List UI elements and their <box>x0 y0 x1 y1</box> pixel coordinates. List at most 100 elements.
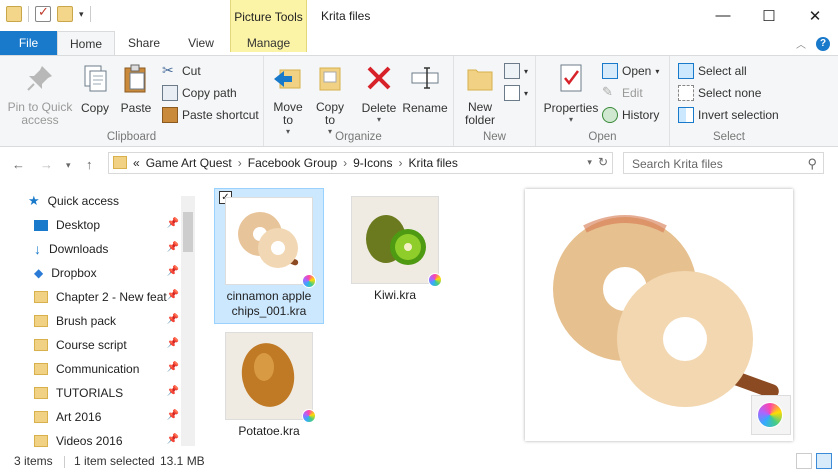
file-name-line: cinnamon apple <box>226 289 312 303</box>
pin-icon[interactable]: 📌 <box>167 338 179 349</box>
pin-icon[interactable]: 📌 <box>167 290 179 301</box>
search-icon[interactable]: ⚲ <box>807 156 817 172</box>
folder-icon <box>113 156 127 169</box>
scissors-icon: ✂ <box>162 62 174 78</box>
pin-icon[interactable]: 📌 <box>167 362 179 373</box>
nav-item-desktop[interactable]: Desktop 📌 <box>24 214 179 236</box>
nav-item-videos-2016[interactable]: Videos 2016 📌 <box>24 430 179 452</box>
search-box[interactable]: Search Krita files ⚲ <box>623 152 824 174</box>
search-input[interactable]: Search Krita files <box>632 157 723 171</box>
move-to-button[interactable]: Move to ▾ <box>270 62 306 136</box>
close-button[interactable]: ✕ <box>792 0 838 31</box>
breadcrumb-item[interactable]: 9-Icons <box>353 156 392 170</box>
chevron-right-icon[interactable]: › <box>238 156 242 170</box>
breadcrumb-item[interactable]: Facebook Group <box>248 156 337 170</box>
ribbon: Pin to Quick access Copy Paste ✂ Cut Cop… <box>0 55 838 147</box>
folder-icon <box>34 411 48 423</box>
rename-button[interactable]: Rename <box>402 62 448 115</box>
forward-arrow-icon[interactable]: → <box>40 157 53 172</box>
tab-manage[interactable]: Manage <box>230 31 307 55</box>
breadcrumb-overflow[interactable]: « <box>133 156 140 170</box>
properties-icon[interactable] <box>35 4 51 22</box>
tab-home[interactable]: Home <box>57 31 115 55</box>
select-all-button[interactable]: Select all <box>678 63 747 79</box>
pin-to-quick-access-button[interactable]: Pin to Quick access <box>4 62 76 127</box>
nav-item-chapter-2[interactable]: Chapter 2 - New feat 📌 <box>24 286 179 308</box>
history-button[interactable]: History <box>602 107 659 123</box>
refresh-icon[interactable]: ↻ <box>598 155 608 169</box>
back-arrow-icon[interactable]: ← <box>12 157 25 172</box>
pin-icon[interactable]: 📌 <box>167 410 179 421</box>
easy-access-button[interactable]: ▾ <box>504 85 528 101</box>
nav-item-course-script[interactable]: Course script 📌 <box>24 334 179 356</box>
breadcrumb-item[interactable]: Game Art Quest <box>146 156 232 170</box>
open-button[interactable]: Open ▾ <box>602 63 659 79</box>
krita-file-icon <box>757 402 783 428</box>
dropdown-arrow-icon: ▾ <box>524 66 529 76</box>
file-item-cinnamon-apple-chips[interactable]: ✓ cinnamon apple chips_001.kra <box>214 188 324 324</box>
select-none-button[interactable]: Select none <box>678 85 761 101</box>
file-name: Potatoe.kra <box>238 424 300 438</box>
address-dropdown-icon[interactable]: ▾ <box>587 157 592 169</box>
up-arrow-icon[interactable]: ↑ <box>86 157 93 172</box>
collapse-ribbon-icon[interactable]: ︿ <box>796 36 806 51</box>
address-bar[interactable]: « Game Art Quest › Facebook Group › 9-Ic… <box>108 152 613 174</box>
minimize-button[interactable]: — <box>700 0 746 31</box>
clipboard-group-label: Clipboard <box>106 131 157 143</box>
properties-button[interactable]: Properties ▾ <box>542 62 600 124</box>
nav-item-dropbox[interactable]: ◆ Dropbox 📌 <box>24 262 179 284</box>
krita-file-icon <box>302 274 316 288</box>
separator <box>64 456 65 468</box>
new-folder-button[interactable]: New folder <box>460 62 500 127</box>
new-item-button[interactable]: ▾ <box>504 63 528 79</box>
tab-share[interactable]: Share <box>120 31 168 55</box>
file-thumbnail <box>351 196 442 287</box>
pin-icon[interactable]: 📌 <box>167 386 179 397</box>
paste-shortcut-icon <box>162 107 178 123</box>
new-folder-icon[interactable] <box>57 6 73 22</box>
recent-locations-chevron-icon[interactable]: ▾ <box>66 160 71 171</box>
tab-view[interactable]: View <box>176 31 226 55</box>
nav-item-art-2016[interactable]: Art 2016 📌 <box>24 406 179 428</box>
nav-item-tutorials[interactable]: TUTORIALS 📌 <box>24 382 179 404</box>
pin-icon[interactable]: 📌 <box>167 218 179 229</box>
maximize-button[interactable]: ☐ <box>746 0 792 31</box>
nav-item-communication[interactable]: Communication 📌 <box>24 358 179 380</box>
delete-button[interactable]: Delete ▾ <box>360 62 398 124</box>
file-name: cinnamon apple chips_001.kra <box>215 289 323 323</box>
paste-button[interactable]: Paste <box>117 62 155 115</box>
pin-icon[interactable]: 📌 <box>167 242 179 253</box>
copy-to-button[interactable]: Copy to ▾ <box>312 62 348 136</box>
chevron-right-icon[interactable]: › <box>398 156 402 170</box>
chevron-right-icon[interactable]: › <box>343 156 347 170</box>
copy-button[interactable]: Copy <box>76 62 114 115</box>
select-all-label: Select all <box>698 64 747 78</box>
details-view-button[interactable] <box>796 453 812 469</box>
file-item-potatoe[interactable]: Potatoe.kra <box>214 324 324 443</box>
nav-item-label: Dropbox <box>51 266 97 280</box>
nav-scrollbar-thumb[interactable] <box>183 212 193 252</box>
potato-thumbnail-icon <box>241 343 295 407</box>
pin-icon[interactable]: 📌 <box>167 434 179 445</box>
cut-button[interactable]: ✂ Cut <box>162 63 201 79</box>
nav-item-label: Desktop <box>56 218 101 232</box>
select-group: Select all Select none Invert selection … <box>670 56 788 146</box>
breadcrumb-item[interactable]: Krita files <box>408 156 457 170</box>
pin-icon[interactable]: 📌 <box>167 266 179 277</box>
pin-icon[interactable]: 📌 <box>167 314 179 325</box>
help-icon[interactable]: ? <box>816 36 830 51</box>
folder-icon <box>34 387 48 399</box>
customize-toolbar-dropdown[interactable]: ▾ <box>79 9 84 20</box>
tab-file[interactable]: File <box>0 31 57 55</box>
invert-selection-button[interactable]: Invert selection <box>678 107 779 123</box>
nav-item-quick-access[interactable]: ★ Quick access <box>28 190 183 212</box>
copy-path-button[interactable]: Copy path <box>162 85 237 101</box>
large-icons-view-button[interactable] <box>816 453 832 469</box>
delete-icon <box>367 66 391 90</box>
file-item-kiwi[interactable]: Kiwi.kra <box>340 188 450 307</box>
edit-button[interactable]: ✎ Edit <box>602 85 643 101</box>
nav-item-brush-pack[interactable]: Brush pack 📌 <box>24 310 179 332</box>
nav-item-downloads[interactable]: ↓ Downloads 📌 <box>24 238 179 260</box>
paste-shortcut-button[interactable]: Paste shortcut <box>162 107 259 123</box>
select-all-icon <box>678 63 694 79</box>
